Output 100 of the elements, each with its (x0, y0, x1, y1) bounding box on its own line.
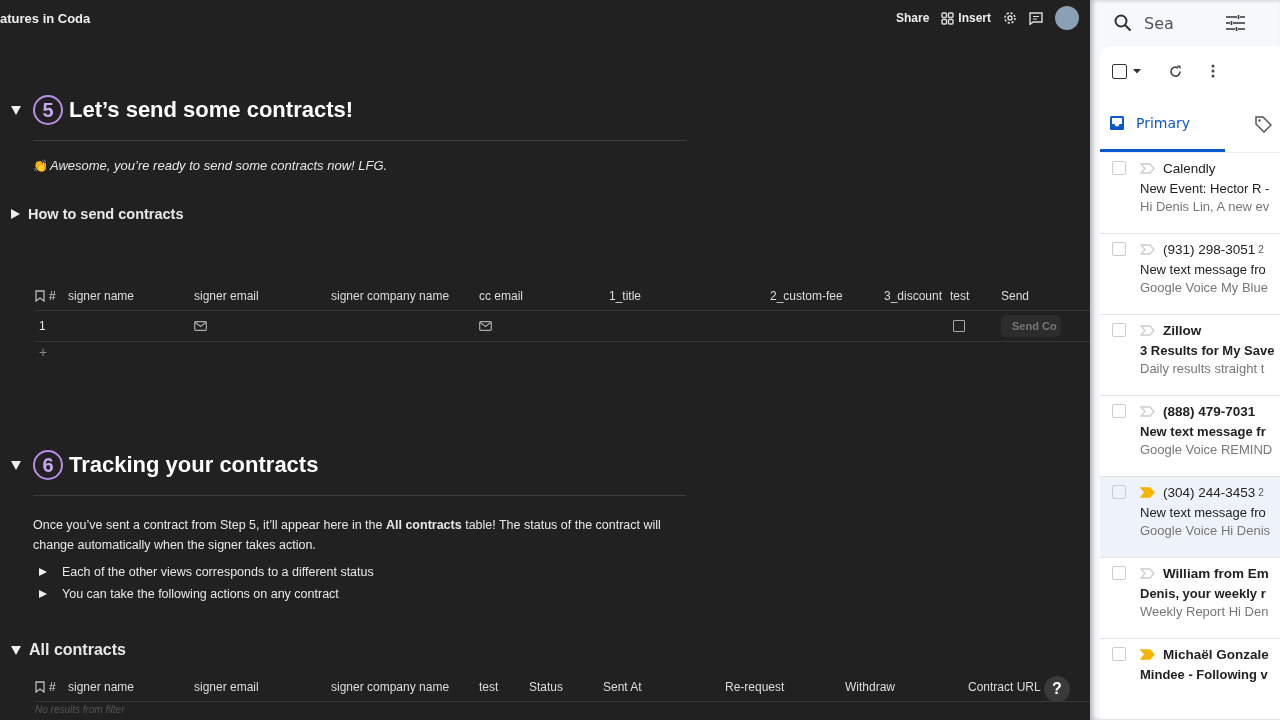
email-subject: New text message fr (1140, 424, 1267, 439)
toggle-heading[interactable]: How to send contracts (28, 206, 184, 222)
column-header[interactable]: cc email (479, 288, 523, 303)
column-header: # (49, 679, 56, 694)
email-snippet: Weekly Report Hi Den (1140, 604, 1270, 619)
email-snippet: Google Voice Hi Denis (1140, 523, 1272, 538)
checkbox[interactable] (1112, 647, 1126, 661)
expand-toggle-icon[interactable] (39, 568, 47, 576)
email-snippet: Google Voice REMIND (1140, 442, 1274, 457)
message-count: 2 (1258, 243, 1264, 255)
share-button[interactable]: Share (895, 11, 930, 25)
search-icon[interactable] (1114, 14, 1132, 32)
email-row[interactable]: Calendly New Event: Hector R - Hi Denis Lin, A new ev (1100, 153, 1280, 234)
clap-emoji: 👏 (33, 158, 48, 173)
column-header[interactable]: 2_custom-fee (770, 288, 843, 303)
column-header[interactable]: Contract URL (968, 679, 1041, 694)
email-subject: Mindee - Following v (1140, 667, 1269, 682)
step-number: 5 (33, 95, 63, 125)
collapse-toggle-icon[interactable] (11, 645, 21, 655)
email-subject: New Event: Hector R - (1140, 181, 1271, 196)
column-header[interactable]: signer name (68, 288, 135, 303)
importance-marker-icon[interactable] (1140, 567, 1155, 579)
select-all-checkbox[interactable] (1112, 63, 1127, 79)
tag-icon[interactable] (1255, 115, 1272, 133)
toggle-text[interactable]: Each of the other views corresponds to a different status (62, 565, 374, 579)
expand-toggle-icon[interactable] (11, 209, 20, 219)
importance-marker-icon[interactable] (1140, 648, 1155, 660)
section-heading: Let’s send some contracts! (69, 97, 354, 123)
settings-icon[interactable] (1003, 11, 1017, 25)
email-snippet: Daily results straight t (1140, 361, 1266, 376)
importance-marker-icon[interactable] (1140, 405, 1155, 417)
checkbox[interactable] (1112, 161, 1126, 175)
more-options-icon[interactable] (1211, 64, 1215, 78)
email-row[interactable]: (931) 298-3051 2 New text message fro Google Voice My Blue (1100, 234, 1280, 315)
sender-name: Zillow (1163, 322, 1202, 338)
grid-icon[interactable] (941, 11, 955, 25)
collapse-toggle-icon[interactable] (11, 105, 21, 115)
search-field[interactable]: Sea (1142, 12, 1216, 34)
column-header[interactable]: signer company name (331, 679, 450, 694)
importance-marker-icon[interactable] (1140, 486, 1155, 498)
importance-marker-icon[interactable] (1140, 162, 1155, 174)
primary-tab[interactable]: Primary (1100, 96, 1225, 152)
column-header[interactable]: signer name (68, 679, 135, 694)
sender-name: Calendly (1163, 160, 1216, 176)
email-snippet: Hi Denis Lin, A new ev (1140, 199, 1271, 214)
comment-icon[interactable] (1029, 11, 1043, 25)
avatar[interactable] (1055, 6, 1079, 30)
caret-icon[interactable] (1133, 68, 1141, 74)
column-header[interactable]: test (950, 288, 970, 303)
column-header[interactable]: Send (1001, 288, 1030, 303)
bookmark-icon[interactable] (35, 680, 45, 693)
email-row[interactable]: William from Em Denis, your weekly r Weekly Report Hi Den (1100, 558, 1280, 639)
refresh-icon[interactable] (1169, 64, 1182, 78)
help-button[interactable]: ? (1044, 676, 1070, 702)
checkbox[interactable] (953, 320, 965, 332)
mail-icon[interactable] (194, 321, 207, 331)
bookmark-icon[interactable] (35, 289, 45, 302)
column-header[interactable]: Status (529, 679, 564, 694)
email-subject: Denis, your weekly r (1140, 586, 1267, 601)
column-header[interactable]: 3_discount (884, 288, 943, 303)
paragraph: Once you’ve sent a contract from Step 5, it’ll appear here in the All contracts table! The status of the contract will change automatically when the signer takes action. (33, 517, 662, 554)
add-row-button[interactable]: + (37, 344, 50, 360)
sender-name: (888) 479-7031 (1163, 403, 1256, 419)
filter-sliders-icon[interactable] (1226, 15, 1245, 31)
table-title: All contracts (29, 641, 126, 659)
row-number: 1 (38, 319, 46, 333)
checkbox[interactable] (1112, 323, 1126, 337)
checkbox[interactable] (1112, 242, 1126, 256)
checkbox[interactable] (1112, 404, 1126, 418)
email-subject: 3 Results for My Save (1140, 343, 1276, 358)
column-header[interactable]: Sent At (603, 679, 642, 694)
note-text: Awesome, you’re ready to send some contracts now! LFG. (50, 158, 388, 173)
email-row[interactable]: (304) 244-3453 2 New text message fro Google Voice Hi Denis (1100, 477, 1280, 558)
importance-marker-icon[interactable] (1140, 243, 1155, 255)
section-heading: Tracking your contracts (69, 452, 319, 478)
insert-button[interactable]: Insert (941, 11, 991, 25)
expand-toggle-icon[interactable] (39, 590, 47, 598)
doc-title: atures in Coda (0, 10, 91, 26)
email-snippet: Google Voice My Blue (1140, 280, 1269, 295)
message-count: 2 (1258, 486, 1264, 498)
toggle-text[interactable]: You can take the following actions on any contract (62, 587, 339, 601)
column-header[interactable]: signer company name (331, 288, 450, 303)
email-subject: New text message fro (1140, 262, 1267, 277)
collapse-toggle-icon[interactable] (11, 460, 21, 470)
email-row[interactable]: Zillow 3 Results for My Save Daily results straight t (1100, 315, 1280, 396)
checkbox[interactable] (1112, 566, 1126, 580)
column-header[interactable]: Re-request (725, 679, 785, 694)
column-header[interactable]: signer email (194, 679, 259, 694)
sender-name: William from Em (1163, 565, 1269, 581)
step-number: 6 (33, 450, 63, 480)
column-header[interactable]: signer email (194, 288, 259, 303)
email-row[interactable]: Michaël Gonzale Mindee - Following v (1100, 639, 1280, 720)
column-header[interactable]: Withdraw (845, 679, 895, 694)
sender-name: (304) 244-3453 (1163, 484, 1256, 500)
column-header[interactable]: 1_title (609, 288, 642, 303)
importance-marker-icon[interactable] (1140, 324, 1155, 336)
checkbox[interactable] (1112, 485, 1126, 499)
column-header[interactable]: test (479, 679, 499, 694)
inbox-icon[interactable] (1110, 115, 1124, 130)
mail-icon[interactable] (479, 321, 492, 331)
